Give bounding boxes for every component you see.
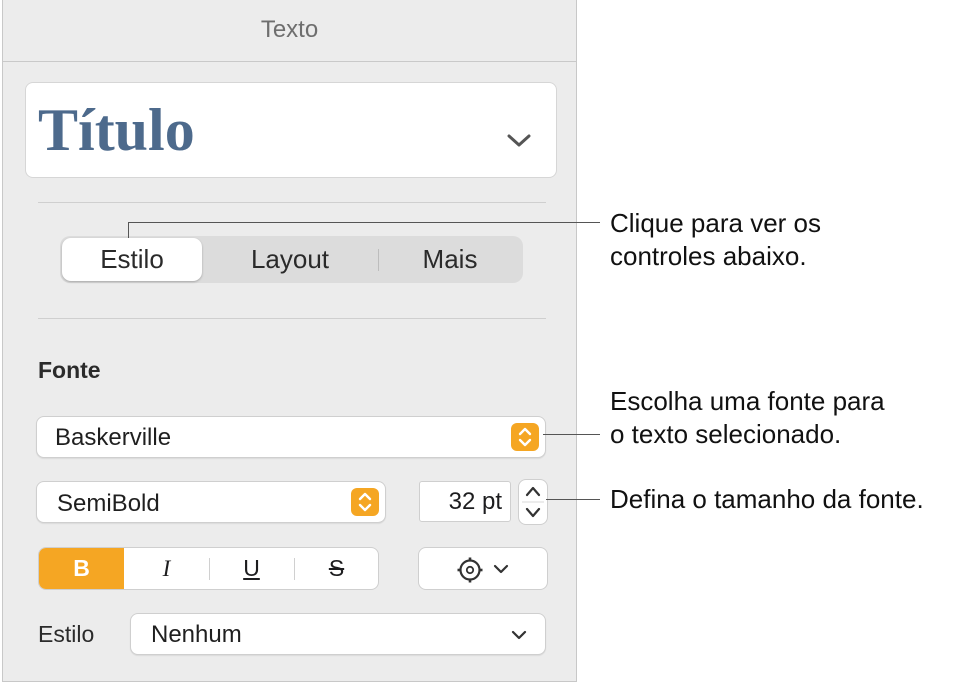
callout-font-line1: Escolha uma fonte para: [610, 386, 885, 416]
character-style-value: Nenhum: [151, 621, 242, 648]
inspector-tabs: Estilo Layout Mais: [60, 236, 523, 283]
typeface-value: SemiBold: [57, 490, 160, 517]
format-inspector-panel: Texto Título Estilo Layout Mais Fonte Ba…: [2, 0, 577, 682]
font-size-field[interactable]: 32 pt: [419, 481, 511, 522]
callout-line: [546, 499, 600, 500]
typeface-popup[interactable]: SemiBold: [36, 481, 386, 523]
font-size-stepper[interactable]: [518, 479, 548, 525]
callout-tabs-line1: Clique para ver os: [610, 208, 821, 238]
divider: [38, 318, 546, 319]
chevron-down-icon: [511, 630, 527, 640]
italic-button[interactable]: I: [124, 548, 209, 589]
chevron-down-icon: [493, 564, 509, 574]
character-style-label: Estilo: [38, 621, 95, 647]
paragraph-style-popup[interactable]: Título: [25, 82, 557, 178]
advanced-options-button[interactable]: [418, 547, 548, 590]
divider: [38, 202, 546, 203]
font-section-label: Fonte: [38, 357, 101, 383]
callout-size: Defina o tamanho da fonte.: [610, 484, 924, 514]
callout-tabs-line2: controles abaixo.: [610, 241, 807, 271]
paragraph-style-name: Título: [38, 97, 195, 163]
font-family-value: Baskerville: [55, 424, 172, 451]
tab-layout[interactable]: Layout: [220, 236, 360, 283]
underline-button[interactable]: U: [209, 548, 294, 589]
callout-tabs: Clique para ver os controles abaixo.: [610, 207, 821, 273]
callout-line: [128, 222, 129, 238]
size-stepper-icon: [522, 486, 544, 518]
text-format-buttons: B I U S: [38, 547, 379, 590]
callout-font: Escolha uma fonte para o texto seleciona…: [610, 385, 885, 451]
popup-stepper-icon: [511, 423, 539, 451]
strikethrough-button[interactable]: S: [294, 548, 378, 589]
tab-separator: [378, 249, 379, 271]
callout-line: [543, 434, 600, 435]
tab-estilo[interactable]: Estilo: [62, 238, 202, 281]
chevron-down-icon: [507, 134, 531, 147]
tab-mais[interactable]: Mais: [380, 236, 520, 283]
font-family-popup[interactable]: Baskerville: [36, 416, 546, 458]
bold-button[interactable]: B: [39, 548, 124, 589]
panel-title: Texto: [3, 0, 576, 62]
callout-line: [128, 222, 600, 223]
gear-icon: [457, 557, 483, 583]
callout-font-line2: o texto selecionado.: [610, 419, 842, 449]
popup-stepper-icon: [351, 488, 379, 516]
character-style-popup[interactable]: Nenhum: [130, 613, 546, 655]
